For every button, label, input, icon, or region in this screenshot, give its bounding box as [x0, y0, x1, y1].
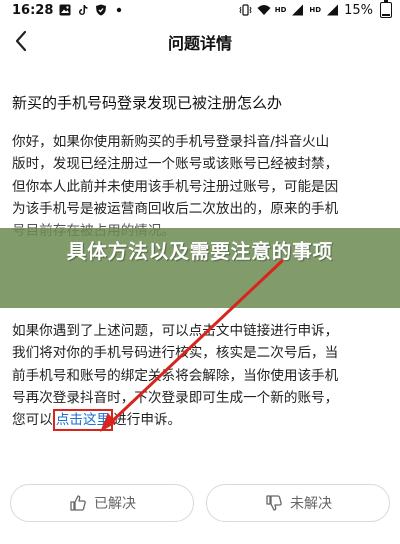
unresolved-button[interactable]: 未解决 — [206, 484, 390, 522]
answer-line: 但你本人此前并未使用该手机号注册过账号，可能是因 — [12, 178, 339, 195]
answer-line: 如果你遇到了上述问题，可以点击文中链接进行申诉， — [12, 323, 339, 339]
thumbs-down-icon — [266, 495, 282, 511]
shield-icon — [94, 4, 107, 16]
image-icon — [58, 4, 71, 16]
appeal-link[interactable]: 点击这里 — [56, 412, 110, 428]
hd-icon: HD — [309, 5, 322, 14]
thumbs-up-icon — [70, 495, 86, 511]
battery-level — [382, 13, 390, 16]
nav-bar: 问题详情 — [0, 22, 400, 62]
unresolved-label: 未解决 — [290, 496, 332, 512]
last-line-prefix: 您可以 — [12, 412, 53, 429]
status-time: 16:28 — [12, 2, 54, 18]
answer-line: 版时，发现已经注册过一个账号或该账号已经被封禁， — [12, 156, 339, 173]
status-right: HD HD 15% — [239, 0, 392, 18]
hd-icon: HD — [274, 5, 287, 14]
answer-paragraph-1: 你好，如果你使用新购买的手机号登录抖音/抖音火山 版时，发现已经注册过一个账号或… — [12, 131, 388, 242]
battery-icon — [380, 0, 392, 18]
chevron-left-icon — [15, 30, 27, 52]
answer-line: 号再次登录抖音时，下次登录即可生成一个新的账号， — [12, 389, 339, 406]
link-highlight-box: 点击这里 — [52, 409, 114, 432]
dot-icon — [112, 4, 125, 16]
back-button[interactable] — [10, 26, 34, 56]
page-title: 问题详情 — [167, 34, 232, 53]
resolved-button[interactable]: 已解决 — [10, 484, 194, 522]
answer-line: 前手机号和账号的绑定关系将会解除，当你使用该手机 — [12, 367, 339, 384]
last-line-suffix: 进行申诉。 — [113, 412, 182, 429]
status-bar: 16:28 HD HD 15% — [0, 0, 400, 20]
tiktok-icon — [76, 4, 89, 16]
resolved-label: 已解决 — [94, 496, 136, 512]
battery-percent: 15% — [344, 2, 373, 18]
answer-paragraph-2: 如果你遇到了上述问题，可以点击文中链接进行申诉， 我们将对你的手机号码进行核实，… — [12, 320, 388, 432]
question-title: 新买的手机号码登录发现已被注册怎么办 — [12, 94, 283, 112]
vibrate-icon — [239, 4, 252, 16]
signal-icon — [291, 4, 304, 16]
wifi-icon — [257, 4, 271, 16]
answer-last-line: 您可以 点击这里 进行申诉。 — [12, 409, 388, 432]
answer-line: 为该手机号是被运营商回收后二次放出的，原来的手机 — [12, 200, 339, 217]
answer-line: 我们将对你的手机号码进行核实，核实是二次号后，当 — [12, 345, 339, 362]
answer-line: 你好，如果你使用新购买的手机号登录抖音/抖音火山 — [12, 134, 330, 150]
status-left: 16:28 — [12, 3, 125, 18]
signal-icon — [326, 4, 339, 16]
banner-title: 具体方法以及需要注意的事项 — [66, 240, 334, 263]
